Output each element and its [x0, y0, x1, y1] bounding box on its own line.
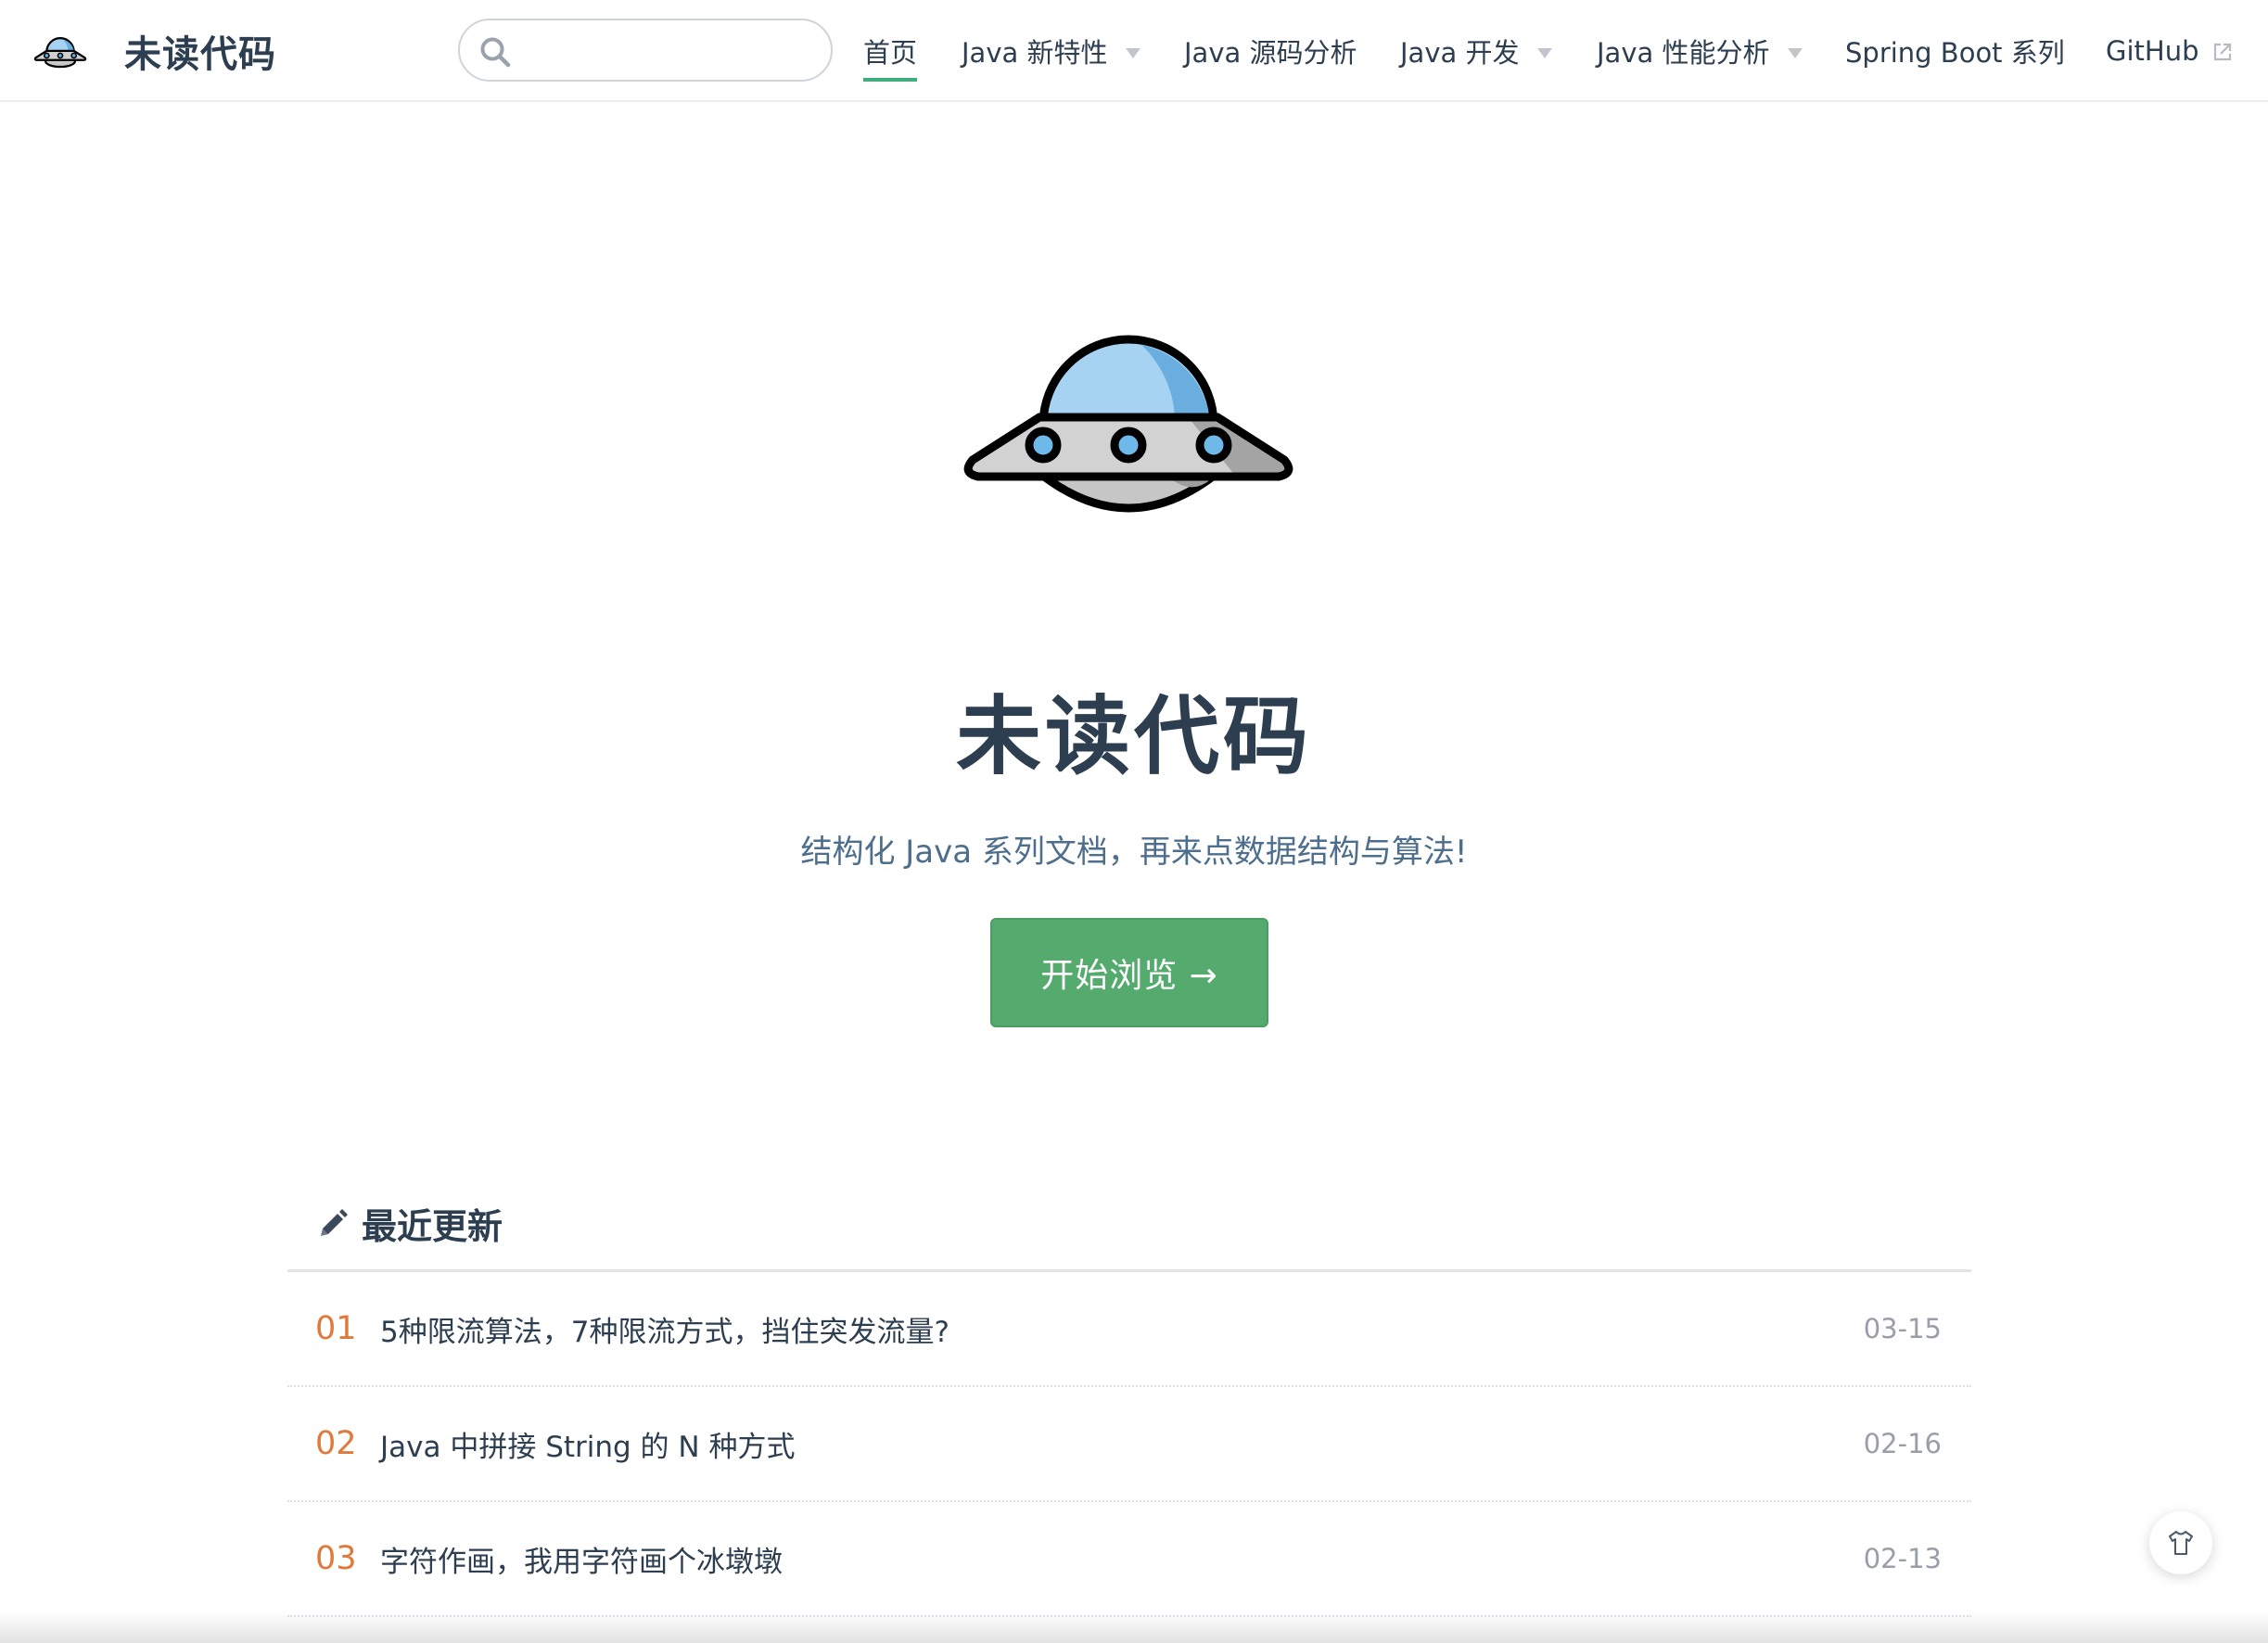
start-browsing-button[interactable]: 开始浏览 →	[990, 918, 1268, 1027]
hero-title: 未读代码	[955, 687, 1312, 786]
external-link-icon	[2213, 43, 2231, 61]
caret-down-icon	[1126, 47, 1141, 58]
post-number: 01	[315, 1310, 357, 1347]
post-date: 02-16	[1863, 1428, 1942, 1459]
post-number: 02	[315, 1425, 357, 1462]
post-date: 02-13	[1863, 1543, 1942, 1574]
post-title[interactable]: 5种限流算法，7种限流方式，挡住突发流量?	[380, 1308, 949, 1350]
nav-item-java-new-features[interactable]: Java 新特性	[962, 0, 1141, 102]
recent-header: 最近更新	[287, 1178, 1971, 1272]
nav-item-label: Java 开发	[1400, 37, 1520, 69]
nav-item-java-source[interactable]: Java 源码分析	[1184, 0, 1357, 102]
active-underline	[863, 78, 918, 82]
nav-item-home[interactable]: 首页	[863, 0, 918, 102]
post-item[interactable]: 03 字符作画，我用字符画个冰墩墩 02-13	[287, 1502, 1971, 1617]
post-title[interactable]: Java 中拼接 String 的 N 种方式	[380, 1423, 795, 1465]
nav-item-label: GitHub	[2106, 35, 2199, 67]
navbar: 未读代码 首页 Java 新特性 Java 源码分析 Java 开发 Java …	[0, 0, 2268, 102]
nav-links: 首页 Java 新特性 Java 源码分析 Java 开发 Java 性能分析 …	[0, 0, 2268, 102]
nav-item-label: Java 新特性	[962, 37, 1108, 69]
nav-item-label: Java 性能分析	[1597, 37, 1770, 69]
theme-button[interactable]	[2149, 1511, 2212, 1574]
post-date: 03-15	[1863, 1313, 1942, 1344]
ufo-icon	[963, 335, 1293, 513]
nav-item-java-dev[interactable]: Java 开发	[1400, 0, 1553, 102]
nav-item-label: Spring Boot 系列	[1845, 37, 2065, 69]
post-title[interactable]: 字符作画，我用字符画个冰墩墩	[380, 1538, 783, 1580]
caret-down-icon	[1788, 47, 1803, 58]
recent-updates: 最近更新 01 5种限流算法，7种限流方式，挡住突发流量? 03-15 02 J…	[287, 1178, 1971, 1617]
pencil-icon	[321, 1208, 348, 1236]
post-item[interactable]: 01 5种限流算法，7种限流方式，挡住突发流量? 03-15	[287, 1272, 1971, 1387]
nav-item-label: Java 源码分析	[1184, 37, 1357, 69]
bottom-shadow	[0, 1611, 2268, 1643]
caret-down-icon	[1537, 47, 1553, 58]
nav-item-github[interactable]: GitHub	[2106, 0, 2233, 102]
recent-title: 最近更新	[362, 1206, 503, 1247]
nav-item-java-perf[interactable]: Java 性能分析	[1597, 0, 1803, 102]
shirt-icon	[2169, 1531, 2193, 1555]
hero-description: 结构化 Java 系列文档，再来点数据结构与算法!	[800, 834, 1468, 871]
nav-item-spring-boot[interactable]: Spring Boot 系列	[1845, 0, 2065, 102]
nav-item-label: 首页	[863, 32, 918, 82]
post-number: 03	[315, 1540, 357, 1577]
post-item[interactable]: 02 Java 中拼接 String 的 N 种方式 02-16	[287, 1387, 1971, 1502]
